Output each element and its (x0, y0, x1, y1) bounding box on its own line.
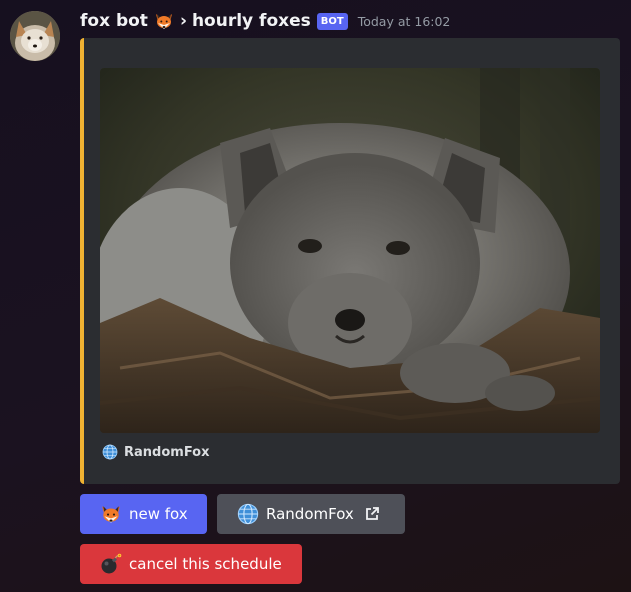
bot-badge: BOT (316, 12, 348, 30)
embed-card: RandomFox (80, 38, 620, 484)
cancel-schedule-button-label: cancel this schedule (129, 555, 282, 573)
message-timestamp[interactable]: Today at 16:02 (358, 14, 451, 29)
new-fox-button-label: new fox (129, 505, 188, 523)
embed-footer-text: RandomFox (124, 444, 210, 460)
globe-icon (102, 444, 118, 460)
fox-avatar-image (10, 11, 60, 61)
embed-footer: RandomFox (102, 444, 210, 460)
randomfox-link-button[interactable]: RandomFox (217, 494, 405, 534)
external-link-icon (364, 506, 380, 522)
globe-icon (237, 503, 259, 525)
author-name[interactable]: fox bot (80, 11, 148, 31)
cancel-schedule-button[interactable]: cancel this schedule (80, 544, 302, 584)
arctic-fox-photo (100, 68, 600, 433)
embed-image[interactable] (100, 68, 600, 433)
randomfox-button-label: RandomFox (266, 505, 354, 523)
new-fox-button[interactable]: new fox (80, 494, 207, 534)
avatar[interactable] (10, 11, 60, 61)
fox-face-icon (100, 503, 122, 525)
channel-name[interactable]: hourly foxes (192, 11, 311, 31)
bomb-icon (100, 553, 122, 575)
message-header: fox bot › hourly foxes BOT Today at 16:0… (80, 9, 450, 33)
channel-separator: › (179, 11, 187, 31)
fox-face-icon (154, 11, 174, 31)
